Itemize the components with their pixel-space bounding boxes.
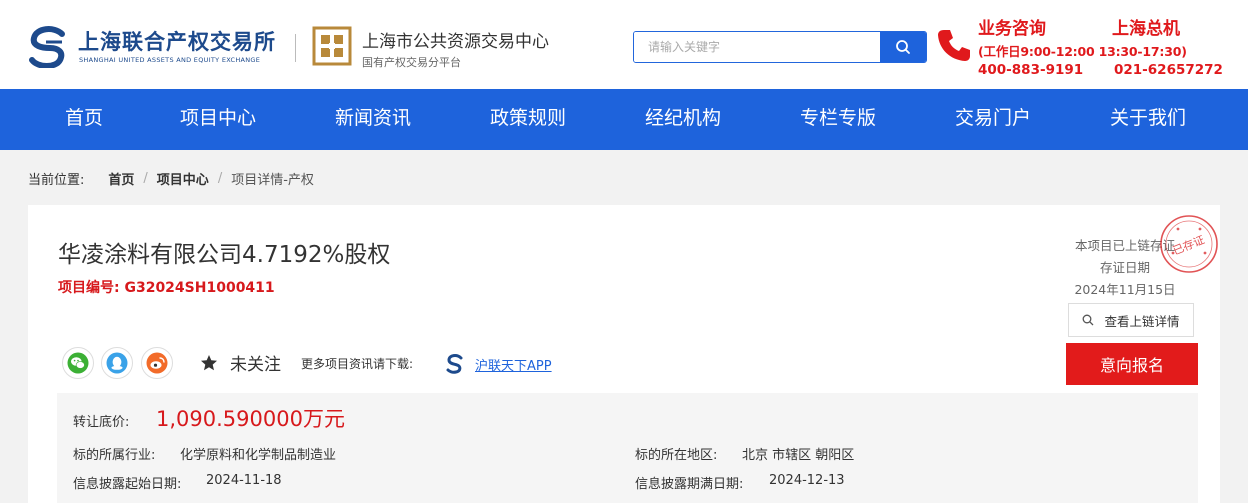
download-prompt: 更多项目资讯请下载: bbox=[301, 357, 414, 371]
hotline-hq-label: 上海总机 bbox=[1112, 19, 1180, 39]
share-weibo-button[interactable] bbox=[141, 347, 173, 379]
wechat-icon bbox=[67, 352, 89, 374]
follow-button[interactable]: 未关注 bbox=[200, 350, 281, 375]
breadcrumb-home[interactable]: 首页 bbox=[108, 169, 134, 188]
follow-label: 未关注 bbox=[230, 355, 281, 375]
breadcrumb-separator: / bbox=[143, 171, 148, 186]
weibo-icon bbox=[146, 352, 168, 374]
search-icon bbox=[896, 40, 910, 54]
disclosure-end-value: 2024-12-13 bbox=[769, 473, 845, 488]
view-chain-details-button[interactable]: 查看上链详情 bbox=[1068, 303, 1194, 337]
breadcrumb-label: 当前位置: bbox=[28, 173, 85, 188]
hotline-hours: (工作日9:00-12:00 13:30-17:30) bbox=[978, 44, 1187, 59]
breadcrumb-projects[interactable]: 项目中心 bbox=[157, 169, 209, 188]
nav-item-projects[interactable]: 项目中心 bbox=[180, 89, 256, 150]
share-wechat-button[interactable] bbox=[62, 347, 94, 379]
search-input[interactable] bbox=[634, 32, 880, 62]
breadcrumb: 当前位置: 首页 / 项目中心 / 项目详情-产权 bbox=[28, 169, 314, 188]
breadcrumb-current: 项目详情-产权 bbox=[231, 173, 314, 188]
industry-label: 标的所属行业: bbox=[73, 448, 156, 463]
site-header: 上海联合产权交易所 SHANGHAI UNITED ASSETS AND EQU… bbox=[0, 0, 1248, 89]
public-resource-logo-text: 上海市公共资源交易中心 bbox=[362, 32, 549, 52]
chain-date: 2024年11月15日 bbox=[1074, 282, 1176, 297]
price-value: 1,090.590000万元 bbox=[156, 407, 345, 431]
share-qq-button[interactable] bbox=[101, 347, 133, 379]
hotline-business-number: 400-883-9191 bbox=[978, 62, 1084, 78]
qq-icon bbox=[106, 352, 128, 374]
disclosure-start-label: 信息披露起始日期: bbox=[73, 477, 182, 492]
chain-stamp: 已存证 bbox=[1158, 213, 1220, 275]
price-label: 转让底价: bbox=[73, 415, 130, 430]
logo-divider bbox=[295, 34, 296, 62]
app-download-link[interactable]: 沪联天下APP bbox=[475, 355, 552, 374]
hotline-hq-number: 021-62657272 bbox=[1114, 62, 1223, 78]
project-code: 项目编号: G32024SH1000411 bbox=[58, 280, 275, 296]
nav-item-home[interactable]: 首页 bbox=[65, 89, 103, 150]
suaee-logo-english: SHANGHAI UNITED ASSETS AND EQUITY EXCHAN… bbox=[79, 56, 261, 64]
suaee-logo-mark-icon bbox=[29, 26, 65, 68]
project-card: 华凌涂料有限公司4.7192%股权 项目编号: G32024SH1000411 … bbox=[28, 205, 1220, 503]
nav-item-policies[interactable]: 政策规则 bbox=[490, 89, 566, 150]
nav-item-about[interactable]: 关于我们 bbox=[1110, 89, 1186, 150]
breadcrumb-separator: / bbox=[217, 171, 223, 186]
project-title: 华凌涂料有限公司4.7192%股权 bbox=[58, 242, 391, 268]
app-logo-icon bbox=[446, 354, 463, 374]
apply-button[interactable]: 意向报名 bbox=[1066, 343, 1198, 385]
star-icon bbox=[201, 354, 217, 370]
public-resource-logo-mark-icon bbox=[312, 26, 352, 66]
nav-item-news[interactable]: 新闻资讯 bbox=[335, 89, 411, 150]
disclosure-end-label: 信息披露期满日期: bbox=[635, 477, 744, 492]
suaee-logo-text: 上海联合产权交易所 bbox=[78, 29, 276, 54]
search-button[interactable] bbox=[880, 32, 926, 62]
search-icon bbox=[1083, 314, 1094, 326]
nav-item-portal[interactable]: 交易门户 bbox=[955, 89, 1031, 150]
nav-item-brokers[interactable]: 经纪机构 bbox=[645, 89, 721, 150]
suaee-logo[interactable]: 上海联合产权交易所 SHANGHAI UNITED ASSETS AND EQU… bbox=[28, 24, 298, 70]
hotline-business-label: 业务咨询 bbox=[978, 19, 1046, 39]
disclosure-start-value: 2024-11-18 bbox=[206, 473, 282, 488]
industry-value: 化学原料和化学制品制造业 bbox=[180, 448, 337, 463]
project-info-panel: 转让底价: 1,090.590000万元 标的所属行业: 化学原料和化学制品制造… bbox=[57, 393, 1198, 503]
view-chain-details-label: 查看上链详情 bbox=[1104, 313, 1180, 329]
phone-icon bbox=[938, 30, 970, 61]
search-box bbox=[633, 31, 927, 63]
region-value: 北京 市辖区 朝阳区 bbox=[742, 448, 855, 463]
public-resource-logo-subtitle: 国有产权交易分平台 bbox=[362, 56, 461, 69]
public-resource-logo[interactable]: 上海市公共资源交易中心 国有产权交易分平台 bbox=[312, 24, 572, 70]
region-label: 标的所在地区: bbox=[635, 448, 718, 463]
main-nav: 首页 项目中心 新闻资讯 政策规则 经纪机构 专栏专版 交易门户 关于我们 bbox=[0, 89, 1248, 150]
nav-item-columns[interactable]: 专栏专版 bbox=[800, 89, 876, 150]
